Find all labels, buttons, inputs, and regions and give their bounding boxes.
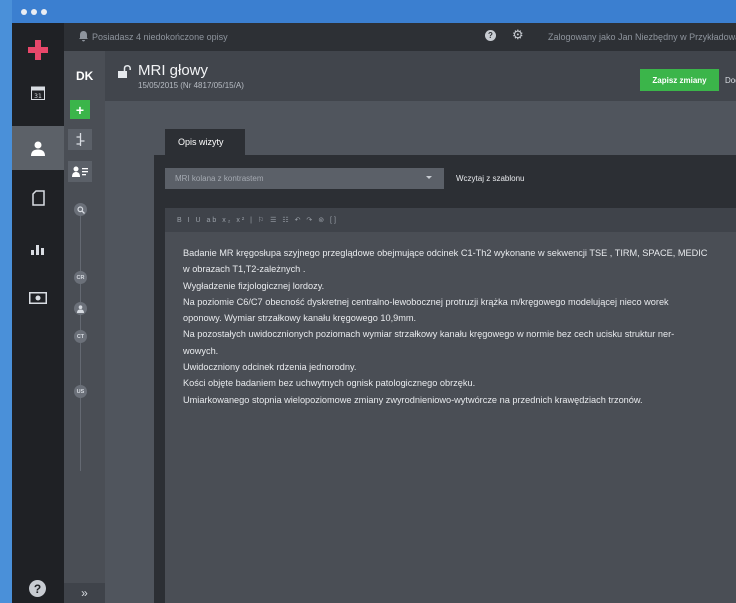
maximize-window-dot[interactable]: [41, 9, 47, 15]
expand-chevron-icon[interactable]: »: [64, 583, 105, 603]
add-button[interactable]: +: [70, 100, 90, 119]
patient-initials: DK: [76, 69, 94, 83]
billing-money-icon[interactable]: [12, 276, 64, 320]
help-icon[interactable]: ?: [485, 30, 496, 41]
app-window: Posiadasz 4 niedokończone opisy ? ⚙ Zalo…: [12, 0, 736, 603]
text-line: w obrazach T1,T2-zależnych .: [183, 264, 306, 275]
top-bar: Posiadasz 4 niedokończone opisy ? ⚙ Zalo…: [12, 23, 736, 51]
timeline-branch-icon[interactable]: [68, 129, 92, 150]
unfinished-notice[interactable]: Posiadasz 4 niedokończone opisy: [92, 32, 228, 42]
statistics-chart-icon[interactable]: [12, 226, 64, 270]
person-timeline-icon[interactable]: [74, 302, 87, 315]
text-line: oponowy. Wymiar strzałkowy kanału kręgow…: [183, 313, 417, 324]
patients-user-icon[interactable]: [12, 126, 64, 170]
window-titlebar: [12, 0, 736, 23]
close-window-dot[interactable]: [21, 9, 27, 15]
template-select[interactable]: MRI kolana z kontrastem: [165, 168, 444, 189]
chevron-down-icon: [426, 176, 432, 179]
page-title: MRI głowy: [138, 62, 209, 79]
formatting-toolbar-icons[interactable]: B I U ab x₂ x² | ⚐ ☰ ☷ ↶ ↷ ⊚ []: [177, 216, 338, 224]
text-line: Na poziomie C6/C7 obecność dyskretnej ce…: [183, 296, 669, 307]
text-line: Na pozostałych uwidocznionych poziomach …: [183, 329, 675, 340]
app-logo-cross-icon[interactable]: [12, 28, 64, 72]
patient-card-icon[interactable]: [68, 161, 92, 182]
description-editor[interactable]: B I U ab x₂ x² | ⚐ ☰ ☷ ↶ ↷ ⊚ [] Badanie …: [165, 208, 736, 603]
load-template-button[interactable]: Wczytaj z szablonu: [456, 174, 524, 183]
description-panel: MRI kolana z kontrastem Wczytaj z szablo…: [154, 155, 736, 603]
unlock-icon[interactable]: [118, 65, 131, 83]
tab-visit-description[interactable]: Opis wizyty: [165, 129, 245, 155]
page-subtitle: 15/05/2015 (Nr 4817/05/15/A): [138, 81, 244, 90]
main-content: Opis wizyty MRI kolana z kontrastem Wczy…: [105, 101, 736, 603]
help-circle-icon[interactable]: ?: [29, 580, 46, 597]
logged-user-text: Zalogowany jako Jan Niezbędny w Przykład…: [548, 32, 736, 42]
us-badge[interactable]: US: [74, 385, 87, 398]
search-icon[interactable]: [74, 203, 87, 216]
text-line: Umiarkowanego stopnia wielopoziomowe zmi…: [183, 394, 643, 405]
main-nav-rail: 31 ?: [12, 23, 64, 603]
page-header: MRI głowy 15/05/2015 (Nr 4817/05/15/A) Z…: [105, 51, 736, 101]
calendar-icon[interactable]: 31: [12, 70, 64, 114]
gear-icon[interactable]: ⚙: [512, 27, 524, 43]
next-button[interactable]: Dod: [725, 76, 736, 85]
svg-text:31: 31: [34, 93, 42, 100]
text-line: Uwidoczniony odcinek rdzenia jednorodny.: [183, 362, 357, 373]
text-line: wowych.: [183, 345, 219, 356]
bell-icon[interactable]: [78, 30, 89, 44]
text-line: Kości objęte badaniem bez uchwytnych ogn…: [183, 378, 476, 389]
cr-badge[interactable]: CR: [74, 271, 87, 284]
template-select-value: MRI kolana z kontrastem: [175, 174, 264, 183]
description-text[interactable]: Badanie MR kręgosłupa szyjnego przeglądo…: [183, 245, 731, 408]
editor-toolbar[interactable]: B I U ab x₂ x² | ⚐ ☰ ☷ ↶ ↷ ⊚ []: [165, 208, 736, 232]
document-icon[interactable]: [12, 176, 64, 220]
save-button[interactable]: Zapisz zmiany: [640, 69, 719, 91]
minimize-window-dot[interactable]: [31, 9, 37, 15]
patient-subrail: DK + CR CT US »: [64, 51, 105, 603]
text-line: Badanie MR kręgosłupa szyjnego przeglądo…: [183, 248, 708, 258]
ct-badge[interactable]: CT: [74, 330, 87, 343]
text-line: Wygładzenie fizjologicznej lordozy.: [183, 280, 325, 291]
